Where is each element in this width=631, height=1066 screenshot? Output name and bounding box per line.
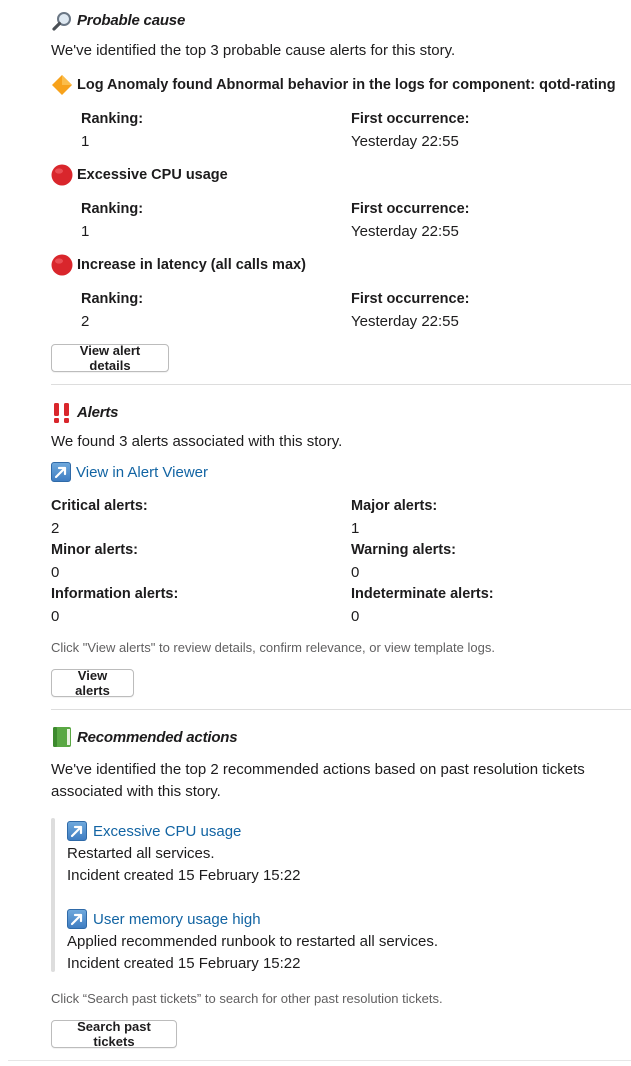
ranking-label-3: Ranking: <box>81 291 144 307</box>
external-link-icon <box>51 462 71 482</box>
ranking-value-3: 2 <box>81 313 90 330</box>
ranking-label-1: Ranking: <box>81 111 144 127</box>
probable-alert-name-3: Increase in latency (all calls max) <box>77 257 306 273</box>
recommended-action-text-2: Applied recommended runbook to restarted… <box>67 933 439 950</box>
recommended-action-incident-1: Incident created 15 February 15:22 <box>67 867 301 884</box>
ranking-value-1: 1 <box>81 133 90 150</box>
warning-alerts-value: 0 <box>351 564 360 581</box>
external-link-icon <box>67 821 87 841</box>
first-occurrence-value-2: Yesterday 22:55 <box>351 223 459 240</box>
first-occurrence-label-1: First occurrence: <box>351 111 470 127</box>
recommended-action-text-1: Restarted all services. <box>67 845 215 862</box>
external-link-icon <box>67 909 87 929</box>
view-alert-details-button[interactable]: View alert details <box>51 343 169 373</box>
ranking-value-2: 1 <box>81 223 90 240</box>
recommended-action-incident-2: Incident created 15 February 15:22 <box>67 955 301 972</box>
view-in-alert-viewer-link[interactable]: View in Alert Viewer <box>76 464 208 481</box>
information-alerts-label: Information alerts: <box>51 586 179 602</box>
first-occurrence-value-1: Yesterday 22:55 <box>351 133 459 150</box>
minor-alerts-value: 0 <box>51 564 60 581</box>
search-tickets-hint: Click “Search past tickets” to search fo… <box>51 991 443 1006</box>
search-past-tickets-button[interactable]: Search past tickets <box>51 1019 177 1049</box>
major-alerts-label: Major alerts: <box>351 498 438 514</box>
first-occurrence-value-3: Yesterday 22:55 <box>351 313 459 330</box>
warning-alerts-label: Warning alerts: <box>351 542 457 558</box>
bottom-divider <box>8 1060 631 1061</box>
magnifier-icon <box>51 10 73 32</box>
orange-diamond-icon <box>51 74 73 96</box>
section-title-recommended-actions: Recommended actions <box>77 729 238 746</box>
indeterminate-alerts-value: 0 <box>351 608 360 625</box>
probable-alert-name-1: Log Anomaly found Abnormal behavior in t… <box>77 77 616 93</box>
view-alerts-hint: Click "View alerts" to review details, c… <box>51 640 495 655</box>
recommended-intro: We've identified the top 2 recommended a… <box>51 761 585 800</box>
blockquote-bar <box>51 818 55 972</box>
section-title-probable-cause: Probable cause <box>77 12 186 29</box>
indeterminate-alerts-label: Indeterminate alerts: <box>351 586 494 602</box>
minor-alerts-label: Minor alerts: <box>51 542 139 558</box>
recommended-action-link-1[interactable]: Excessive CPU usage <box>93 823 241 840</box>
critical-alerts-value: 2 <box>51 520 60 537</box>
major-alerts-value: 1 <box>351 520 360 537</box>
probable-cause-intro: We've identified the top 3 probable caus… <box>51 42 456 59</box>
view-alerts-button[interactable]: View alerts <box>51 668 134 698</box>
ranking-label-2: Ranking: <box>81 201 144 217</box>
green-book-icon <box>51 726 73 748</box>
section-divider <box>51 709 631 710</box>
first-occurrence-label-2: First occurrence: <box>351 201 470 217</box>
first-occurrence-label-3: First occurrence: <box>351 291 470 307</box>
information-alerts-value: 0 <box>51 608 60 625</box>
section-divider <box>51 384 631 385</box>
red-circle-icon <box>51 254 73 276</box>
critical-alerts-label: Critical alerts: <box>51 498 148 514</box>
recommended-action-link-2[interactable]: User memory usage high <box>93 911 261 928</box>
double-exclamation-icon <box>51 402 73 424</box>
red-circle-icon <box>51 164 73 186</box>
alerts-intro: We found 3 alerts associated with this s… <box>51 433 343 450</box>
section-title-alerts: Alerts <box>77 404 119 421</box>
probable-alert-name-2: Excessive CPU usage <box>77 167 228 183</box>
